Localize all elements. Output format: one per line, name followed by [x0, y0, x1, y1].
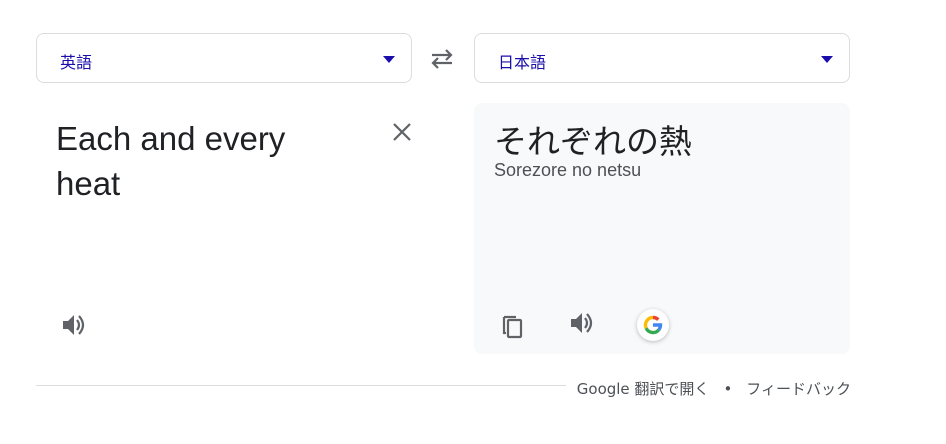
feedback-link[interactable]: フィードバック: [746, 380, 851, 398]
source-language-select[interactable]: 英語: [36, 33, 412, 83]
translation-panel: それぞれの熱 Sorezore no netsu: [474, 103, 850, 354]
source-language-label: 英語: [60, 53, 93, 72]
translated-text: それぞれの熱: [494, 122, 692, 161]
listen-translation-button[interactable]: [568, 309, 596, 337]
close-icon: [393, 123, 411, 141]
listen-source-button[interactable]: [60, 311, 88, 339]
swap-arrows-icon: [431, 49, 453, 69]
google-g-logo-icon: [643, 315, 663, 335]
speaker-icon: [63, 315, 85, 335]
open-in-translate-link[interactable]: Google 翻訳で開く: [577, 380, 710, 398]
clear-source-button[interactable]: [388, 118, 416, 146]
copy-icon: [502, 315, 523, 339]
source-text-input[interactable]: Each and every heat: [56, 116, 356, 206]
speaker-icon: [571, 313, 593, 333]
chevron-down-icon: [821, 56, 833, 63]
target-language-select[interactable]: 日本語: [474, 33, 850, 83]
chevron-down-icon: [383, 56, 395, 63]
romanization-text: Sorezore no netsu: [494, 160, 642, 180]
swap-languages-button[interactable]: [428, 46, 456, 72]
footer-links: Google 翻訳で開く • フィードバック: [577, 378, 851, 399]
open-in-google-translate-button[interactable]: [637, 309, 669, 341]
target-language-label: 日本語: [498, 53, 547, 72]
copy-translation-button[interactable]: [498, 311, 526, 339]
footer-separator: •: [723, 380, 733, 398]
footer-divider: [36, 385, 566, 386]
